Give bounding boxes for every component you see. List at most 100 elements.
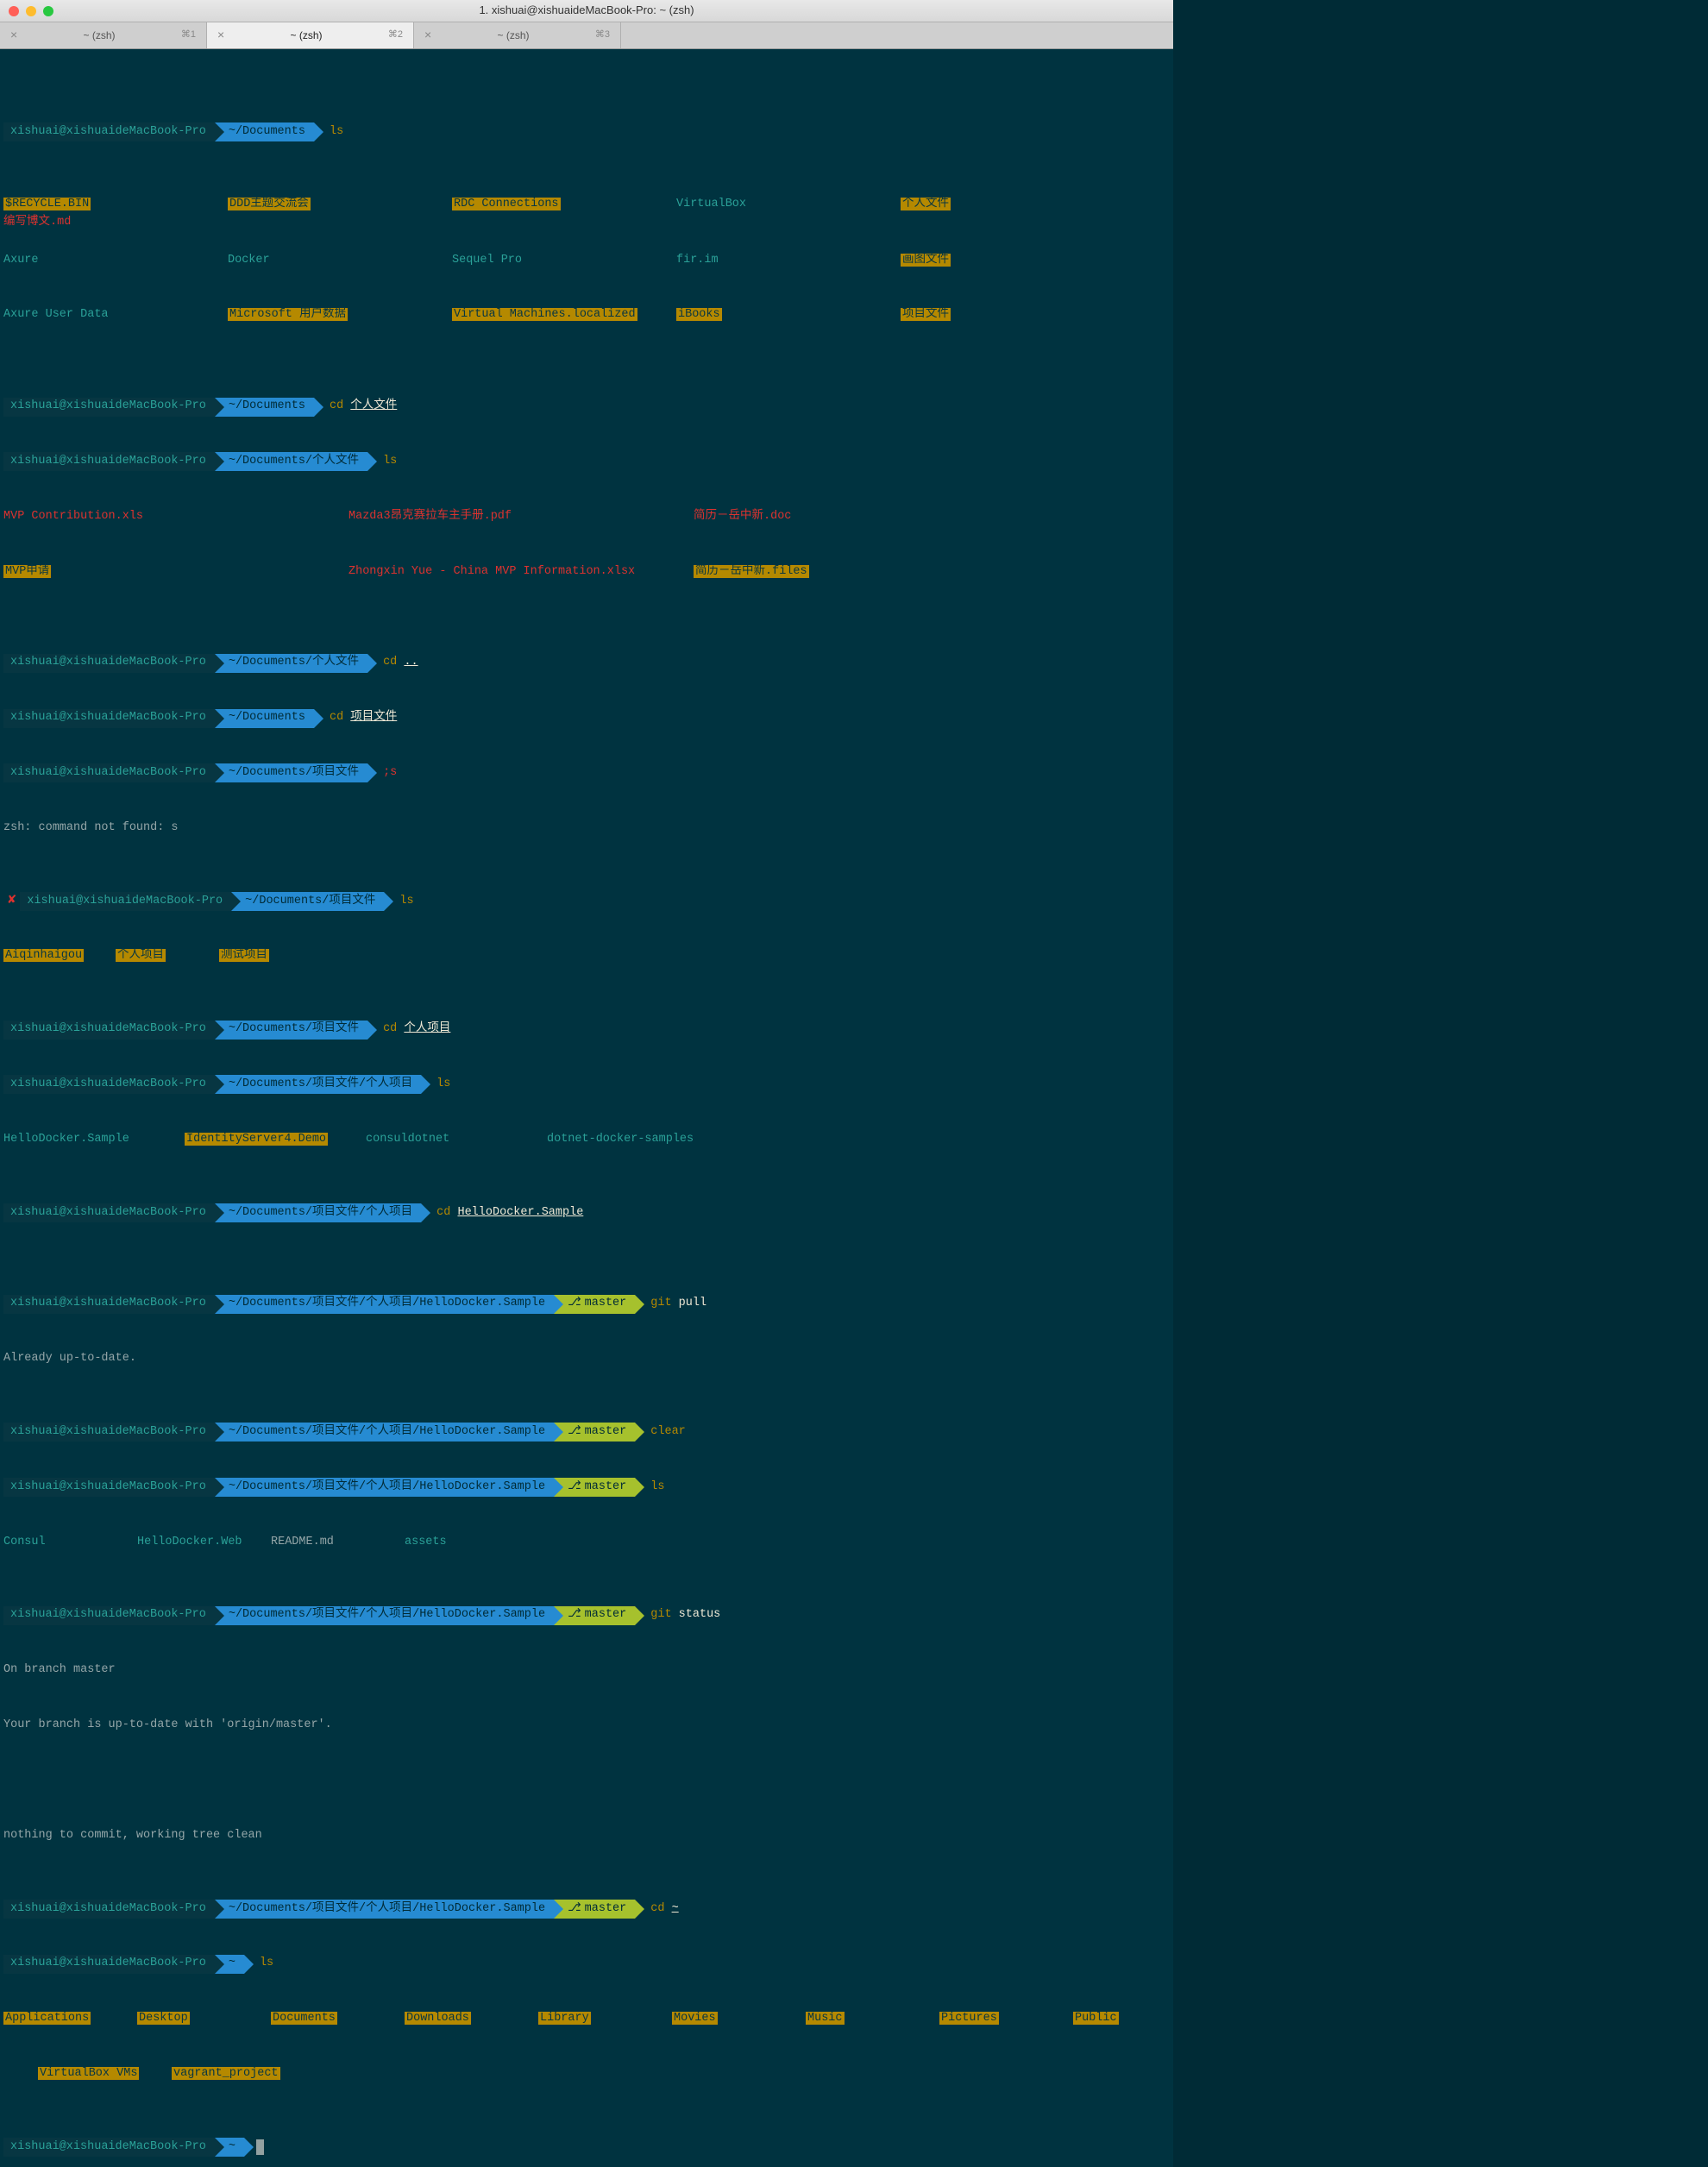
list-item: Docker bbox=[228, 254, 270, 267]
ls-output: Axure User Data Microsoft 用户数据 Virtual M… bbox=[3, 306, 1173, 325]
prompt-line: xishuai@xishuaideMacBook-Pro ~/Documents… bbox=[3, 1021, 1173, 1040]
close-icon[interactable]: × bbox=[10, 26, 17, 45]
prompt-path: ~/Documents bbox=[215, 398, 314, 417]
prompt-user: xishuai@xishuaideMacBook-Pro bbox=[3, 654, 215, 673]
list-item: Library bbox=[538, 2012, 591, 2025]
prompt-user: xishuai@xishuaideMacBook-Pro bbox=[3, 398, 215, 417]
close-icon[interactable]: × bbox=[424, 26, 431, 45]
ls-output: Applications Desktop Documents Downloads… bbox=[3, 2010, 1173, 2029]
window-title: 1. xishuai@xishuaideMacBook-Pro: ~ (zsh) bbox=[0, 2, 1173, 19]
prompt-path: ~/Documents/项目文件 bbox=[215, 1021, 367, 1040]
prompt-path: ~/Documents/项目文件 bbox=[231, 892, 384, 911]
tab-bar: × ~ (zsh) ⌘1 × ~ (zsh) ⌘2 × ~ (zsh) ⌘3 bbox=[0, 22, 1173, 49]
tab-label: ~ (zsh) bbox=[431, 28, 595, 44]
ls-output: VirtualBox VMs vagrant_project bbox=[3, 2065, 1173, 2084]
minimize-icon[interactable] bbox=[26, 6, 36, 16]
git-branch-icon: ⎇ bbox=[568, 1606, 581, 1624]
output-line: Already up-to-date. bbox=[3, 1350, 145, 1368]
list-item: 个人文件 bbox=[901, 198, 951, 210]
list-item: Documents bbox=[271, 2012, 337, 2025]
list-item: MVP申请 bbox=[3, 565, 51, 578]
cursor bbox=[256, 2139, 264, 2155]
prompt-path: ~/Documents/个人文件 bbox=[215, 654, 367, 673]
titlebar: 1. xishuai@xishuaideMacBook-Pro: ~ (zsh) bbox=[0, 0, 1173, 22]
prompt-line: xishuai@xishuaideMacBook-Pro ~/Documents… bbox=[3, 1203, 1173, 1222]
prompt-path: ~/Documents/项目文件/个人项目/HelloDocker.Sample bbox=[215, 1295, 554, 1314]
list-item: DDD主题交流会 bbox=[228, 198, 311, 210]
prompt-line: xishuai@xishuaideMacBook-Pro ~/Documents… bbox=[3, 1075, 1173, 1094]
list-item: Desktop bbox=[137, 2012, 190, 2025]
prompt-line: xishuai@xishuaideMacBook-Pro ~ ls bbox=[3, 1955, 1173, 1974]
tab-label: ~ (zsh) bbox=[17, 28, 181, 44]
list-item: fir.im bbox=[676, 254, 719, 267]
prompt-line: xishuai@xishuaideMacBook-Pro ~/Documents… bbox=[3, 1478, 1173, 1497]
prompt-user: xishuai@xishuaideMacBook-Pro bbox=[20, 892, 231, 911]
list-item: $RECYCLE.BIN bbox=[3, 198, 91, 210]
list-item: Zhongxin Yue - China MVP Information.xls… bbox=[349, 565, 635, 578]
prompt-line: xishuai@xishuaideMacBook-Pro ~/Documents… bbox=[3, 1606, 1173, 1625]
prompt-user: xishuai@xishuaideMacBook-Pro bbox=[3, 1606, 215, 1625]
output-line: Your branch is up-to-date with 'origin/m… bbox=[3, 1717, 341, 1735]
prompt-path: ~/Documents bbox=[215, 709, 314, 728]
tab-3[interactable]: × ~ (zsh) ⌘3 bbox=[414, 22, 621, 48]
zoom-icon[interactable] bbox=[43, 6, 53, 16]
list-item: Movies bbox=[672, 2012, 718, 2025]
prompt-path: ~/Documents/项目文件/个人项目 bbox=[215, 1203, 421, 1222]
list-item: Consul bbox=[3, 1536, 46, 1548]
tab-2[interactable]: × ~ (zsh) ⌘2 bbox=[207, 22, 414, 48]
list-item: 画图文件 bbox=[901, 254, 951, 267]
prompt-path: ~/Documents/项目文件/个人项目/HelloDocker.Sample bbox=[215, 1478, 554, 1497]
list-item: Axure bbox=[3, 254, 39, 267]
list-item: Microsoft 用户数据 bbox=[228, 308, 348, 321]
tab-1[interactable]: × ~ (zsh) ⌘1 bbox=[0, 22, 207, 48]
tab-label: ~ (zsh) bbox=[224, 28, 388, 44]
prompt-user: xishuai@xishuaideMacBook-Pro bbox=[3, 1295, 215, 1314]
terminal-window: 1. xishuai@xishuaideMacBook-Pro: ~ (zsh)… bbox=[0, 0, 1173, 2167]
output-line: nothing to commit, working tree clean bbox=[3, 1827, 271, 1845]
list-item: 简历－岳中新.doc bbox=[694, 510, 791, 523]
git-branch-icon: ⎇ bbox=[568, 1295, 581, 1313]
prompt-branch: ⎇master bbox=[554, 1295, 635, 1314]
prompt-user: xishuai@xishuaideMacBook-Pro bbox=[3, 1203, 215, 1222]
prompt-line: xishuai@xishuaideMacBook-Pro ~/Documents… bbox=[3, 1900, 1173, 1919]
list-item: 个人项目 bbox=[116, 949, 166, 962]
prompt-branch: ⎇master bbox=[554, 1478, 635, 1497]
list-item: assets bbox=[405, 1536, 447, 1548]
tab-shortcut: ⌘3 bbox=[595, 28, 610, 42]
list-item: Music bbox=[806, 2012, 845, 2025]
list-item: README.md bbox=[271, 1536, 334, 1548]
prompt-user: xishuai@xishuaideMacBook-Pro bbox=[3, 1900, 215, 1919]
list-item: VirtualBox VMs bbox=[38, 2067, 139, 2080]
list-item: 测试项目 bbox=[219, 949, 269, 962]
prompt-path: ~/Documents/项目文件/个人项目/HelloDocker.Sample bbox=[215, 1423, 554, 1442]
ls-output: MVP申请 Zhongxin Yue - China MVP Informati… bbox=[3, 562, 1173, 581]
output-line: On branch master bbox=[3, 1661, 124, 1680]
list-item: 项目文件 bbox=[901, 308, 951, 321]
ls-output: Axure Docker Sequel Pro fir.im 画图文件 bbox=[3, 251, 1173, 270]
list-item: Public bbox=[1073, 2012, 1119, 2025]
tab-shortcut: ⌘2 bbox=[388, 28, 403, 42]
prompt-branch: ⎇master bbox=[554, 1900, 635, 1919]
close-icon[interactable] bbox=[9, 6, 19, 16]
list-item: dotnet-docker-samples bbox=[547, 1133, 694, 1146]
prompt-user: xishuai@xishuaideMacBook-Pro bbox=[3, 763, 215, 782]
list-item: Virtual Machines.localized bbox=[452, 308, 637, 321]
ls-output: MVP Contribution.xls Mazda3昂克赛拉车主手册.pdf … bbox=[3, 507, 1173, 526]
command-arg: 个人文件 bbox=[350, 399, 397, 412]
git-branch-icon: ⎇ bbox=[568, 1479, 581, 1497]
list-item: vagrant_project bbox=[172, 2067, 280, 2080]
list-item: Axure User Data bbox=[3, 308, 109, 321]
prompt-line: xishuai@xishuaideMacBook-Pro ~/Documents… bbox=[3, 398, 1173, 417]
prompt-user: xishuai@xishuaideMacBook-Pro bbox=[3, 1423, 215, 1442]
ls-output: HelloDocker.Sample IdentityServer4.Demo … bbox=[3, 1130, 1173, 1149]
terminal-body[interactable]: xishuai@xishuaideMacBook-Pro ~/Documents… bbox=[0, 49, 1173, 2167]
prompt-line: xishuai@xishuaideMacBook-Pro ~/Documents… bbox=[3, 122, 1173, 141]
list-item: Downloads bbox=[405, 2012, 471, 2025]
list-item: iBooks bbox=[676, 308, 722, 321]
prompt-user: xishuai@xishuaideMacBook-Pro bbox=[3, 1955, 215, 1974]
prompt-line: xishuai@xishuaideMacBook-Pro ~/Documents… bbox=[3, 1295, 1173, 1314]
close-icon[interactable]: × bbox=[217, 26, 224, 45]
prompt-path: ~/Documents/项目文件/个人项目 bbox=[215, 1075, 421, 1094]
list-item: VirtualBox bbox=[676, 198, 746, 210]
prompt-branch: ⎇master bbox=[554, 1423, 635, 1442]
